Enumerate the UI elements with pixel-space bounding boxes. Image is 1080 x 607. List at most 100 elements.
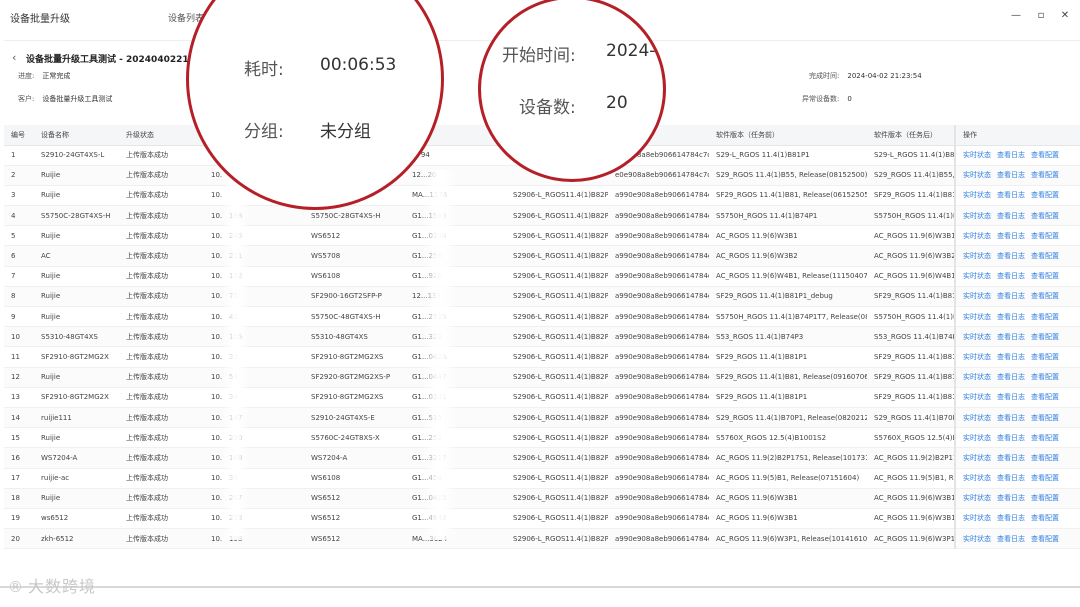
realtime-status-link[interactable]: 实时状态 <box>963 191 991 199</box>
restore-button[interactable]: ▫ <box>1033 8 1049 24</box>
view-config-link[interactable]: 查看配置 <box>1031 171 1059 179</box>
realtime-status-link[interactable]: 实时状态 <box>963 212 991 220</box>
device-count-label: 设备数: <box>519 98 576 118</box>
realtime-status-link[interactable]: 实时状态 <box>963 272 991 280</box>
watermark-text: 大数跨境 <box>28 577 97 596</box>
view-config-link[interactable]: 查看配置 <box>1031 434 1059 442</box>
version-after: AC_RGOS 11.9(5)B1, R... <box>867 468 955 489</box>
device-name: ruijie111 <box>34 407 119 429</box>
version-before: SF29_RGOS 11.4(1)B81P1_debug <box>709 286 867 308</box>
realtime-status-link[interactable]: 实时状态 <box>963 434 991 442</box>
table-row: 15Ruijie上传版本成功10.230S5760C-24GT8XS-XG1..… <box>4 427 1080 449</box>
view-config-link[interactable]: 查看配置 <box>1031 151 1059 159</box>
view-log-link[interactable]: 查看日志 <box>997 414 1025 422</box>
row-number: 9 <box>4 306 34 328</box>
realtime-status-link[interactable]: 实时状态 <box>963 292 991 300</box>
realtime-status-link[interactable]: 实时状态 <box>963 535 991 543</box>
realtime-status-link[interactable]: 实时状态 <box>963 353 991 361</box>
view-log-link[interactable]: 查看日志 <box>997 514 1025 522</box>
version-before: S29_RGOS 11.4(1)B70P1, Release(08202122) <box>709 407 867 429</box>
view-config-link[interactable]: 查看配置 <box>1031 454 1059 462</box>
realtime-status-link[interactable]: 实时状态 <box>963 232 991 240</box>
view-config-link[interactable]: 查看配置 <box>1031 514 1059 522</box>
realtime-status-link[interactable]: 实时状态 <box>963 494 991 502</box>
upgrade-package: S2906-L_RGOS11.4(1)B82P1_ <box>506 367 608 388</box>
device-name: SF2910-8GT2MG2X <box>34 346 119 368</box>
version-before: S29_RGOS 11.4(1)B55, Release(08152500) <box>709 165 867 186</box>
view-config-link[interactable]: 查看配置 <box>1031 272 1059 280</box>
version-before: AC_RGOS 11.9(6)W3B1 <box>709 488 867 509</box>
row-operations: 实时状态 查看日志 查看配置 <box>954 346 1080 368</box>
package-md5: a990e908a8eb906614784c7c7f <box>608 447 709 469</box>
view-config-link[interactable]: 查看配置 <box>1031 535 1059 543</box>
view-log-link[interactable]: 查看日志 <box>997 252 1025 260</box>
close-button[interactable]: ✕ <box>1057 8 1073 24</box>
device-ip: 10. <box>204 488 222 509</box>
view-config-link[interactable]: 查看配置 <box>1031 313 1059 321</box>
realtime-status-link[interactable]: 实时状态 <box>963 333 991 341</box>
upgrade-status: 上传版本成功 <box>119 508 204 530</box>
realtime-status-link[interactable]: 实时状态 <box>963 474 991 482</box>
table-row: 12Ruijie上传版本成功10.54SF2920-8GT2MG2XS-PG1.… <box>4 367 1080 388</box>
view-config-link[interactable]: 查看配置 <box>1031 414 1059 422</box>
view-log-link[interactable]: 查看日志 <box>997 535 1025 543</box>
view-log-link[interactable]: 查看日志 <box>997 434 1025 442</box>
realtime-status-link[interactable]: 实时状态 <box>963 252 991 260</box>
view-log-link[interactable]: 查看日志 <box>997 191 1025 199</box>
device-ip: 10. <box>204 387 222 408</box>
view-log-link[interactable]: 查看日志 <box>997 151 1025 159</box>
view-log-link[interactable]: 查看日志 <box>997 171 1025 179</box>
view-config-link[interactable]: 查看配置 <box>1031 252 1059 260</box>
row-operations: 实时状态 查看日志 查看配置 <box>954 326 1080 348</box>
view-config-link[interactable]: 查看配置 <box>1031 494 1059 502</box>
view-config-link[interactable]: 查看配置 <box>1031 292 1059 300</box>
view-log-link[interactable]: 查看日志 <box>997 393 1025 401</box>
table-row: 10S5310-48GT4XS上传版本成功10.105S5310-48GT4XS… <box>4 326 1080 348</box>
view-log-link[interactable]: 查看日志 <box>997 292 1025 300</box>
view-config-link[interactable]: 查看配置 <box>1031 373 1059 381</box>
row-number: 1 <box>4 145 34 166</box>
view-log-link[interactable]: 查看日志 <box>997 313 1025 321</box>
row-operations: 实时状态 查看日志 查看配置 <box>954 286 1080 308</box>
view-log-link[interactable]: 查看日志 <box>997 474 1025 482</box>
package-md5: a990e908a8eb906614784c7c7f <box>608 528 709 550</box>
view-config-link[interactable]: 查看配置 <box>1031 393 1059 401</box>
upgrade-status: 上传版本成功 <box>119 205 204 227</box>
view-log-link[interactable]: 查看日志 <box>997 494 1025 502</box>
device-name: AC <box>34 245 119 267</box>
minimize-button[interactable]: — <box>1008 8 1024 24</box>
realtime-status-link[interactable]: 实时状态 <box>963 454 991 462</box>
package-md5: a990e908a8eb906614784c7c7f <box>608 387 709 408</box>
realtime-status-link[interactable]: 实时状态 <box>963 414 991 422</box>
realtime-status-link[interactable]: 实时状态 <box>963 393 991 401</box>
view-log-link[interactable]: 查看日志 <box>997 232 1025 240</box>
view-log-link[interactable]: 查看日志 <box>997 353 1025 361</box>
view-log-link[interactable]: 查看日志 <box>997 212 1025 220</box>
version-after: S5750H_RGOS 11.4(1)B7... <box>867 205 955 227</box>
upgrade-package: S2906-L_RGOS11.4(1)B82P1_ <box>506 245 608 267</box>
back-arrow-icon[interactable]: ‹ <box>12 51 16 64</box>
view-config-link[interactable]: 查看配置 <box>1031 232 1059 240</box>
version-before: SF29_RGOS 11.4(1)B81, Release(09160706) <box>709 367 867 388</box>
realtime-status-link[interactable]: 实时状态 <box>963 151 991 159</box>
device-table: 编号 设备名称 升级状态 软件版本（任务前） 软件版本（任务后） 操作 1 S2910-24… <box>4 125 1080 550</box>
device-name: Ruijie <box>34 367 119 388</box>
realtime-status-link[interactable]: 实时状态 <box>963 171 991 179</box>
view-config-link[interactable]: 查看配置 <box>1031 333 1059 341</box>
version-after: AC_RGOS 11.9(6)W3B2 <box>867 245 955 267</box>
view-config-link[interactable]: 查看配置 <box>1031 353 1059 361</box>
view-config-link[interactable]: 查看配置 <box>1031 212 1059 220</box>
view-config-link[interactable]: 查看配置 <box>1031 474 1059 482</box>
view-log-link[interactable]: 查看日志 <box>997 272 1025 280</box>
view-log-link[interactable]: 查看日志 <box>997 333 1025 341</box>
column-header: 设备名称 <box>34 125 119 146</box>
view-log-link[interactable]: 查看日志 <box>997 373 1025 381</box>
row-operations: 实时状态 查看日志 查看配置 <box>954 266 1080 287</box>
upgrade-status: 上传版本成功 <box>119 145 204 166</box>
table-row: 8Ruijie上传版本成功10.76SF2900-16GT2SFP-P12...… <box>4 286 1080 308</box>
realtime-status-link[interactable]: 实时状态 <box>963 313 991 321</box>
realtime-status-link[interactable]: 实时状态 <box>963 514 991 522</box>
view-log-link[interactable]: 查看日志 <box>997 454 1025 462</box>
view-config-link[interactable]: 查看配置 <box>1031 191 1059 199</box>
realtime-status-link[interactable]: 实时状态 <box>963 373 991 381</box>
